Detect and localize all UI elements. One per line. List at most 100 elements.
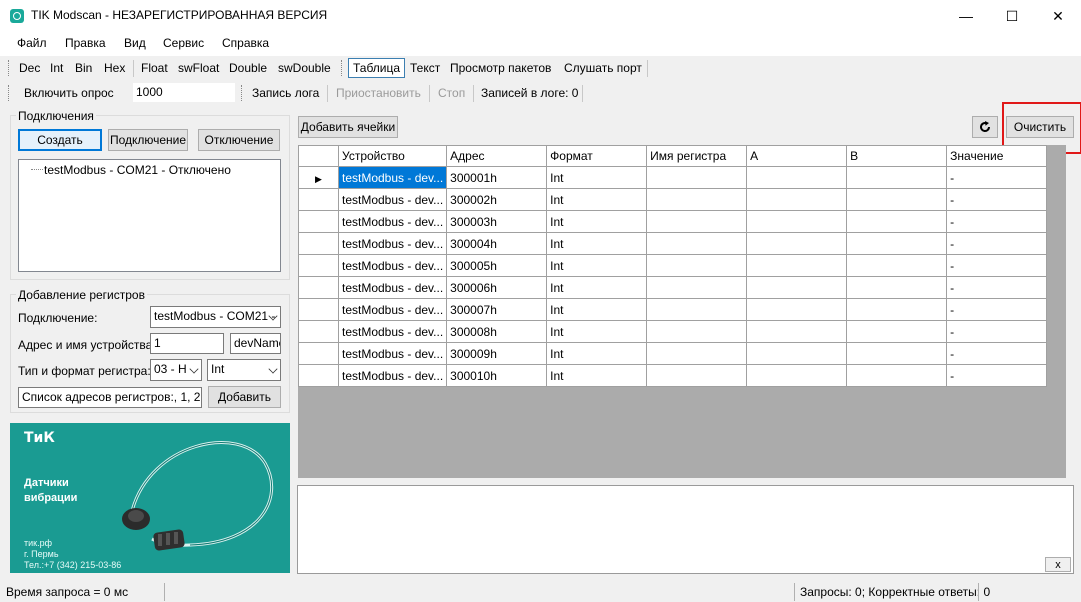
cell-address[interactable]: 300004h <box>446 232 548 255</box>
row-header[interactable] <box>298 188 339 211</box>
cell-register-name[interactable] <box>646 364 748 387</box>
cell-a[interactable] <box>746 232 848 255</box>
cell-value[interactable]: - <box>946 188 1048 211</box>
enable-polling-button[interactable]: Включить опрос <box>24 86 114 100</box>
maximize-button[interactable]: ☐ <box>989 0 1035 32</box>
register-list-input[interactable]: Список адресов регистров:, 1, 2-6, <box>18 387 202 408</box>
cell-address[interactable]: 300007h <box>446 298 548 321</box>
table-row[interactable]: ▶ testModbus - dev... 300001h Int - <box>298 166 1048 189</box>
add-register-button[interactable]: Добавить <box>208 386 281 408</box>
cell-value[interactable]: - <box>946 298 1048 321</box>
cell-address[interactable]: 300001h <box>446 166 548 189</box>
cell-value[interactable]: - <box>946 276 1048 299</box>
row-header[interactable] <box>298 232 339 255</box>
cell-b[interactable] <box>846 320 948 343</box>
close-button[interactable]: ✕ <box>1035 0 1081 32</box>
table-row[interactable]: testModbus - dev... 300006h Int - <box>298 276 1048 299</box>
text-view-button[interactable]: Текст <box>410 61 440 75</box>
tree-item-connection[interactable]: testModbus - COM21 - Отключено <box>44 163 231 177</box>
connections-tree[interactable]: testModbus - COM21 - Отключено <box>18 159 281 272</box>
row-header[interactable]: ▶ <box>298 166 339 189</box>
cell-b[interactable] <box>846 166 948 189</box>
log-write-button[interactable]: Запись лога <box>252 86 319 100</box>
refresh-button[interactable] <box>972 116 998 138</box>
table-row[interactable]: testModbus - dev... 300008h Int - <box>298 320 1048 343</box>
cell-device[interactable]: testModbus - dev... <box>337 232 448 255</box>
cell-a[interactable] <box>746 254 848 277</box>
float-button[interactable]: Float <box>141 61 168 75</box>
table-row[interactable]: testModbus - dev... 300002h Int - <box>298 188 1048 211</box>
ad-banner[interactable]: ТиК Датчики вибрации тик.рф г. Пермь Тел… <box>10 423 290 573</box>
cell-format[interactable]: Int <box>546 254 648 277</box>
cell-value[interactable]: - <box>946 232 1048 255</box>
cell-register-name[interactable] <box>646 276 748 299</box>
swfloat-button[interactable]: swFloat <box>178 61 219 75</box>
cell-a[interactable] <box>746 166 848 189</box>
column-header-device[interactable]: Устройство <box>337 145 448 167</box>
cell-b[interactable] <box>846 298 948 321</box>
table-row[interactable]: testModbus - dev... 300003h Int - <box>298 210 1048 233</box>
cell-a[interactable] <box>746 342 848 365</box>
cell-b[interactable] <box>846 232 948 255</box>
cell-device[interactable]: testModbus - dev... <box>337 276 448 299</box>
table-row[interactable]: testModbus - dev... 300005h Int - <box>298 254 1048 277</box>
cell-value[interactable]: - <box>946 166 1048 189</box>
cell-device[interactable]: testModbus - dev... <box>337 298 448 321</box>
cell-address[interactable]: 300006h <box>446 276 548 299</box>
cell-device[interactable]: testModbus - dev... <box>337 188 448 211</box>
cell-format[interactable]: Int <box>546 210 648 233</box>
register-type-select[interactable]: 03 - H <box>150 359 202 381</box>
connect-button[interactable]: Подключение <box>108 129 188 151</box>
row-header[interactable] <box>298 364 339 387</box>
packet-view-button[interactable]: Просмотр пакетов <box>450 61 551 75</box>
cell-address[interactable]: 300009h <box>446 342 548 365</box>
table-row[interactable]: testModbus - dev... 300007h Int - <box>298 298 1048 321</box>
cell-b[interactable] <box>846 276 948 299</box>
listen-port-button[interactable]: Слушать порт <box>564 61 642 75</box>
row-header[interactable] <box>298 276 339 299</box>
table-row[interactable]: testModbus - dev... 300010h Int - <box>298 364 1048 387</box>
cell-b[interactable] <box>846 364 948 387</box>
poll-interval-input[interactable]: 1000 <box>132 82 236 103</box>
cell-format[interactable]: Int <box>546 188 648 211</box>
cell-format[interactable]: Int <box>546 232 648 255</box>
table-view-button[interactable]: Таблица <box>348 58 406 78</box>
column-header-value[interactable]: Значение <box>946 145 1048 167</box>
cell-value[interactable]: - <box>946 254 1048 277</box>
table-row[interactable]: testModbus - dev... 300009h Int - <box>298 342 1048 365</box>
row-header[interactable] <box>298 342 339 365</box>
cell-a[interactable] <box>746 210 848 233</box>
column-header-address[interactable]: Адрес <box>446 145 548 167</box>
cell-address[interactable]: 300008h <box>446 320 548 343</box>
row-header[interactable] <box>298 298 339 321</box>
cell-address[interactable]: 300010h <box>446 364 548 387</box>
minimize-button[interactable]: — <box>943 0 989 32</box>
toolbar-grip[interactable] <box>8 85 11 101</box>
menu-file[interactable]: Файл <box>17 36 47 50</box>
cell-address[interactable]: 300003h <box>446 210 548 233</box>
create-connection-button[interactable]: Создать <box>18 129 102 151</box>
cell-address[interactable]: 300002h <box>446 188 548 211</box>
cell-register-name[interactable] <box>646 210 748 233</box>
register-format-select[interactable]: Int <box>207 359 281 381</box>
double-button[interactable]: Double <box>229 61 267 75</box>
int-button[interactable]: Int <box>50 61 63 75</box>
cell-format[interactable]: Int <box>546 342 648 365</box>
cell-device[interactable]: testModbus - dev... <box>337 166 448 189</box>
table-row[interactable]: testModbus - dev... 300004h Int - <box>298 232 1048 255</box>
cell-value[interactable]: - <box>946 364 1048 387</box>
bin-button[interactable]: Bin <box>75 61 92 75</box>
cell-register-name[interactable] <box>646 188 748 211</box>
toolbar-grip[interactable] <box>8 60 11 76</box>
log-output[interactable]: x <box>297 485 1074 574</box>
cell-device[interactable]: testModbus - dev... <box>337 364 448 387</box>
cell-device[interactable]: testModbus - dev... <box>337 254 448 277</box>
stop-button[interactable]: Стоп <box>438 86 465 100</box>
cell-b[interactable] <box>846 210 948 233</box>
cell-address[interactable]: 300005h <box>446 254 548 277</box>
toolbar-grip[interactable] <box>241 85 244 101</box>
cell-a[interactable] <box>746 320 848 343</box>
cell-device[interactable]: testModbus - dev... <box>337 342 448 365</box>
disconnect-button[interactable]: Отключение <box>198 129 280 151</box>
column-header-register-name[interactable]: Имя регистра <box>646 145 748 167</box>
